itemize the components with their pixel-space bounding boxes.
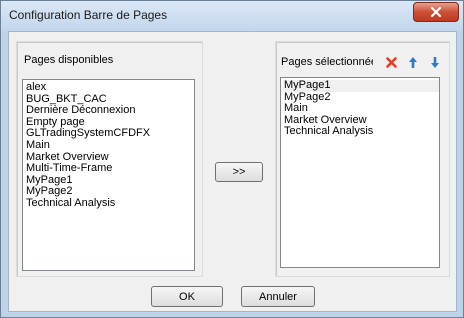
selected-pages-list[interactable]: MyPage1 MyPage2 Main Market Overview Technic… bbox=[280, 77, 440, 268]
arrow-up-icon bbox=[409, 56, 417, 68]
remove-page-button[interactable] bbox=[383, 54, 399, 70]
list-item[interactable]: GLTradingSystemCFDFX bbox=[25, 128, 194, 140]
list-item[interactable]: Technical Analysis bbox=[283, 126, 439, 138]
list-item[interactable]: Main bbox=[25, 139, 194, 152]
move-right-button[interactable]: >> bbox=[215, 162, 263, 182]
list-item[interactable]: alex bbox=[25, 81, 194, 94]
close-button[interactable] bbox=[413, 2, 459, 22]
ok-button[interactable]: OK bbox=[151, 286, 223, 307]
dialog-body: Pages disponibles alex BUG_BKT_CAC Dernièr… bbox=[8, 31, 457, 312]
close-icon bbox=[430, 6, 442, 18]
cancel-button[interactable]: Annuler bbox=[241, 286, 315, 307]
red-x-icon bbox=[385, 56, 397, 68]
list-item[interactable]: MyPage1 bbox=[283, 79, 439, 92]
window-title: Configuration Barre de Pages bbox=[9, 8, 168, 22]
available-pages-list[interactable]: alex BUG_BKT_CAC Dernière Déconnexion Empty… bbox=[22, 79, 195, 271]
move-up-button[interactable] bbox=[405, 54, 421, 70]
move-down-button[interactable] bbox=[427, 54, 443, 70]
title-bar[interactable]: Configuration Barre de Pages bbox=[1, 1, 463, 31]
available-pages-label: Pages disponibles bbox=[24, 54, 114, 66]
list-item[interactable]: Technical Analysis bbox=[25, 197, 194, 210]
arrow-down-icon bbox=[431, 56, 439, 68]
dialog-window: Configuration Barre de Pages Pages dispo… bbox=[0, 0, 464, 318]
selected-pages-label: Pages sélectionnées bbox=[281, 56, 373, 68]
list-item[interactable]: Multi-Time-Frame bbox=[25, 163, 194, 175]
